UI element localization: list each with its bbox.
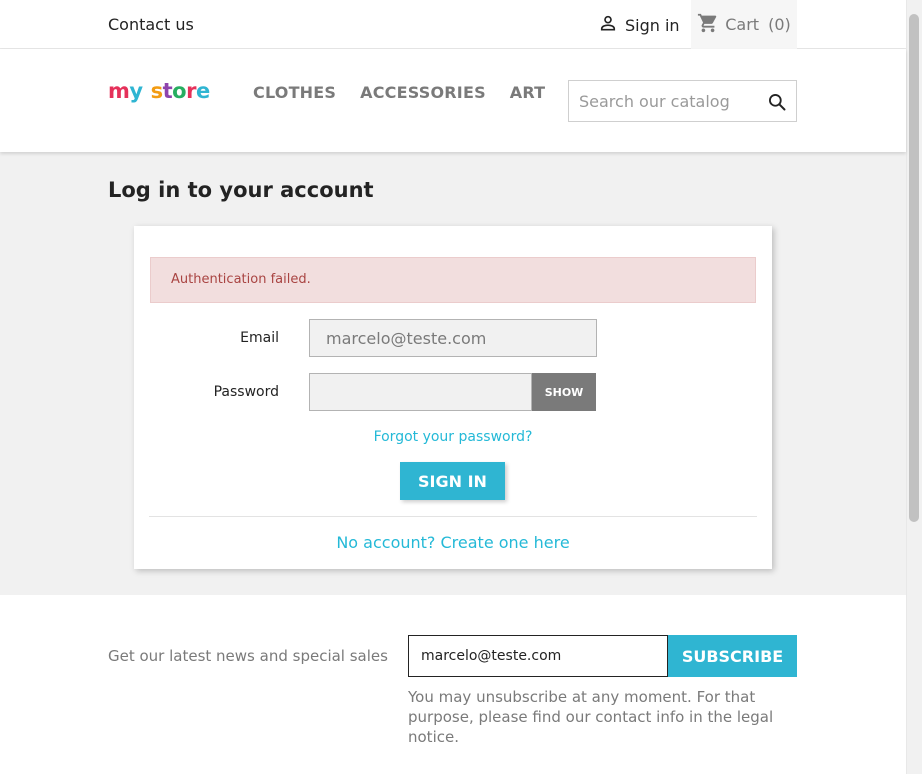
sign-in-button[interactable]: SIGN IN <box>400 462 505 500</box>
logo-letter: t <box>162 79 173 103</box>
menu-item-clothes[interactable]: CLOTHES <box>253 83 336 102</box>
show-password-button[interactable]: SHOW <box>532 373 596 411</box>
cart-button[interactable]: Cart (0) <box>691 0 797 49</box>
newsletter-section: Get our latest news and special sales SU… <box>0 595 906 774</box>
cart-label: Cart <box>725 15 760 34</box>
logo-letter: m <box>108 79 130 103</box>
sign-in-link[interactable]: Sign in <box>598 14 680 36</box>
store-logo[interactable]: my store <box>108 78 210 104</box>
user-icon <box>598 13 618 37</box>
menu-item-accessories[interactable]: ACCESSORIES <box>360 83 486 102</box>
menu-item-art[interactable]: ART <box>510 83 546 102</box>
scrollbar-thumb[interactable] <box>909 14 919 522</box>
email-field[interactable] <box>309 319 597 357</box>
divider <box>149 516 757 517</box>
newsletter-email-input[interactable] <box>408 635 668 677</box>
subscribe-button[interactable]: SUBSCRIBE <box>668 635 797 677</box>
newsletter-text: Get our latest news and special sales <box>108 647 388 665</box>
shopping-cart-icon <box>697 12 719 38</box>
logo-letter: o <box>172 79 187 103</box>
unsubscribe-note: You may unsubscribe at any moment. For t… <box>408 688 774 746</box>
logo-word-store: store <box>150 78 211 104</box>
search-box <box>568 80 797 122</box>
page: Contact us Sign in Cart (0) my store CLO… <box>0 0 922 774</box>
password-label: Password <box>213 384 279 400</box>
forgot-password-link[interactable]: Forgot your password? <box>134 429 772 445</box>
main-content: Log in to your account Authentication fa… <box>0 152 906 595</box>
logo-letter: r <box>186 79 196 103</box>
password-field[interactable] <box>309 373 532 411</box>
logo-letter: s <box>150 79 164 103</box>
top-nav-bar: Contact us Sign in Cart (0) <box>0 0 906 49</box>
create-account-link[interactable]: No account? Create one here <box>134 533 772 552</box>
contact-us-link[interactable]: Contact us <box>108 15 194 35</box>
search-input[interactable] <box>569 81 759 121</box>
sign-in-label: Sign in <box>625 15 680 35</box>
main-menu: CLOTHES ACCESSORIES ART <box>253 83 545 102</box>
logo-letter: y <box>129 79 143 103</box>
logo-letter: e <box>195 79 210 103</box>
login-form-card: Authentication failed. Email Password SH… <box>134 226 772 569</box>
cart-count: (0) <box>768 15 791 34</box>
header: my store CLOTHES ACCESSORIES ART <box>0 49 906 152</box>
error-alert: Authentication failed. <box>150 257 756 303</box>
search-icon[interactable] <box>767 92 787 112</box>
page-title: Log in to your account <box>108 178 374 202</box>
logo-word-my: my <box>108 78 143 104</box>
email-label: Email <box>240 330 279 346</box>
